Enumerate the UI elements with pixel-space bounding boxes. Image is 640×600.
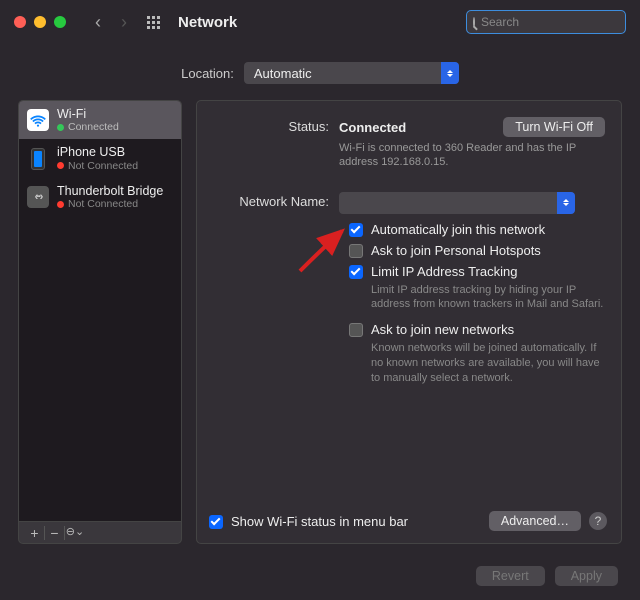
detail-panel: Status: Connected Turn Wi-Fi Off Wi-Fi i… (196, 100, 622, 544)
location-value: Automatic (254, 66, 312, 81)
iphone-icon (31, 148, 45, 170)
location-label: Location: (181, 66, 234, 81)
sidebar-item-status: Connected (57, 121, 119, 133)
remove-network-button[interactable]: − (45, 526, 65, 540)
main-content: Wi-Fi Connected iPhone USB Not Connected… (0, 100, 640, 558)
sidebar-footer: + − ⊖⌄ (18, 522, 182, 544)
ask-new-label: Ask to join new networks (371, 322, 514, 337)
chevron-updown-icon (557, 192, 575, 214)
sidebar-item-status: Not Connected (57, 160, 138, 172)
show-status-checkbox[interactable] (209, 515, 223, 529)
more-options-button[interactable]: ⊖⌄ (65, 527, 85, 538)
forward-button[interactable]: › (115, 12, 133, 33)
ask-new-checkbox[interactable] (349, 323, 363, 337)
location-select[interactable]: Automatic (244, 62, 459, 84)
minimize-window-button[interactable] (34, 16, 46, 28)
ask-new-row: Ask to join new networks (349, 322, 605, 337)
detail-bottom-bar: Show Wi-Fi status in menu bar Advanced… … (209, 511, 607, 531)
show-all-icon[interactable] (147, 16, 160, 29)
limit-ip-label: Limit IP Address Tracking (371, 264, 517, 279)
maximize-window-button[interactable] (54, 16, 66, 28)
ask-hotspot-checkbox[interactable] (349, 244, 363, 258)
ask-hotspot-label: Ask to join Personal Hotspots (371, 243, 541, 258)
sidebar-item-status: Not Connected (57, 198, 163, 210)
location-row: Location: Automatic (0, 44, 640, 100)
status-value: Connected (339, 120, 406, 135)
limit-ip-subtext: Limit IP address tracking by hiding your… (371, 283, 605, 313)
wifi-icon (27, 109, 49, 131)
network-name-row: Network Name: (207, 192, 605, 214)
network-sidebar: Wi-Fi Connected iPhone USB Not Connected… (18, 100, 182, 544)
sidebar-item-name: Thunderbolt Bridge (57, 184, 163, 198)
sidebar-item-name: iPhone USB (57, 145, 138, 159)
search-icon (473, 17, 475, 28)
sidebar-item-thunderbolt[interactable]: ‹··› Thunderbolt Bridge Not Connected (19, 178, 181, 216)
window-controls (14, 16, 66, 28)
chevron-updown-icon (441, 62, 459, 84)
titlebar: ‹ › Network (0, 0, 640, 44)
sidebar-item-wifi[interactable]: Wi-Fi Connected (19, 101, 181, 139)
limit-ip-row: Limit IP Address Tracking (349, 264, 605, 279)
network-name-select[interactable] (339, 192, 575, 214)
help-button[interactable]: ? (589, 512, 607, 530)
thunderbolt-icon: ‹··› (27, 186, 49, 208)
revert-button[interactable]: Revert (476, 566, 545, 586)
sidebar-item-name: Wi-Fi (57, 107, 119, 121)
auto-join-label: Automatically join this network (371, 222, 545, 237)
close-window-button[interactable] (14, 16, 26, 28)
advanced-button[interactable]: Advanced… (489, 511, 581, 531)
turn-wifi-off-button[interactable]: Turn Wi-Fi Off (503, 117, 605, 137)
network-list: Wi-Fi Connected iPhone USB Not Connected… (18, 100, 182, 522)
show-status-label: Show Wi-Fi status in menu bar (231, 514, 408, 529)
status-subtext: Wi-Fi is connected to 360 Reader and has… (339, 141, 579, 170)
sidebar-item-iphone-usb[interactable]: iPhone USB Not Connected (19, 139, 181, 177)
back-button[interactable]: ‹ (89, 12, 107, 33)
ask-hotspot-row: Ask to join Personal Hotspots (349, 243, 605, 258)
window-footer: Revert Apply (0, 558, 640, 594)
status-row: Status: Connected Turn Wi-Fi Off Wi-Fi i… (207, 117, 605, 170)
status-label: Status: (207, 117, 339, 170)
auto-join-checkbox[interactable] (349, 223, 363, 237)
auto-join-row: Automatically join this network (349, 222, 605, 237)
window-title: Network (178, 14, 237, 31)
limit-ip-checkbox[interactable] (349, 265, 363, 279)
add-network-button[interactable]: + (25, 526, 45, 540)
search-field-wrap[interactable] (466, 10, 626, 34)
search-input[interactable] (481, 15, 636, 29)
network-name-label: Network Name: (207, 192, 339, 214)
apply-button[interactable]: Apply (555, 566, 618, 586)
ask-new-subtext: Known networks will be joined automatica… (371, 341, 605, 386)
